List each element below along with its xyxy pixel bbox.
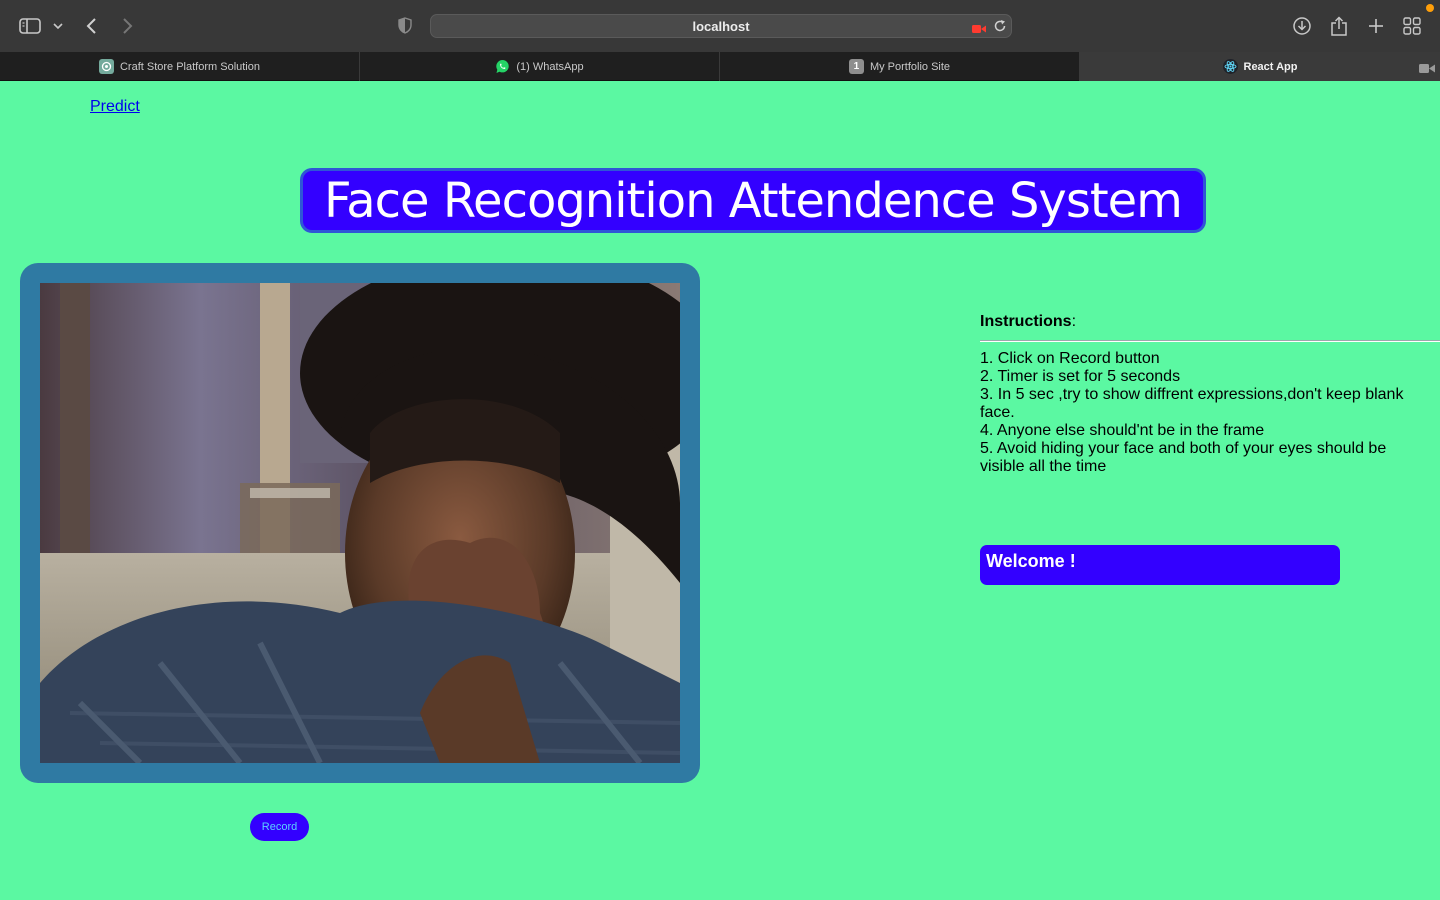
instructions-heading: Instructions: xyxy=(980,313,1440,331)
webcam-feed xyxy=(40,283,680,763)
instructions-list: 1. Click on Record button 2. Timer is se… xyxy=(980,350,1440,476)
record-button[interactable]: Record xyxy=(250,813,309,841)
webcam-frame xyxy=(20,263,700,783)
back-arrow-icon[interactable] xyxy=(80,14,104,38)
tab-camera-icon xyxy=(1419,61,1435,73)
tab-react-app[interactable]: React App xyxy=(1080,52,1440,81)
tab-overview-icon[interactable] xyxy=(1400,14,1424,38)
tab-craft-store[interactable]: Craft Store Platform Solution xyxy=(0,52,360,81)
instructions-heading-text: Instructions xyxy=(980,313,1072,330)
webcam-image xyxy=(40,283,680,763)
whatsapp-icon xyxy=(495,59,510,74)
instruction-item: 2. Timer is set for 5 seconds xyxy=(980,368,1181,385)
url-text: localhost xyxy=(692,19,750,34)
privacy-shield-icon[interactable] xyxy=(398,17,412,34)
instructions-heading-colon: : xyxy=(1071,313,1077,330)
forward-arrow-icon[interactable] xyxy=(115,14,139,38)
instruction-item: 4. Anyone else should'nt be in the frame xyxy=(980,422,1265,439)
welcome-message: Welcome ! xyxy=(980,545,1340,585)
page-title: Face Recognition Attendence System xyxy=(324,172,1183,229)
react-icon xyxy=(1222,59,1238,74)
tab-label: React App xyxy=(1243,60,1298,73)
predict-link[interactable]: Predict xyxy=(90,98,140,116)
divider xyxy=(980,340,1440,342)
notification-dot xyxy=(1426,4,1434,12)
instructions-panel: Instructions: 1. Click on Record button … xyxy=(980,313,1440,476)
instruction-item: 1. Click on Record button xyxy=(980,350,1160,367)
browser-toolbar: localhost xyxy=(0,0,1440,52)
page-title-banner: Face Recognition Attendence System xyxy=(300,168,1206,233)
instruction-item: 5. Avoid hiding your face and both of yo… xyxy=(980,440,1387,475)
address-bar[interactable]: localhost xyxy=(430,14,1012,38)
tab-portfolio[interactable]: 1 My Portfolio Site xyxy=(720,52,1080,81)
instruction-item: 3. In 5 sec ,try to show diffrent expres… xyxy=(980,386,1404,421)
number-one-icon: 1 xyxy=(848,59,864,74)
sidebar-toggle-icon[interactable] xyxy=(18,14,42,38)
new-tab-plus-icon[interactable] xyxy=(1364,14,1388,38)
download-icon[interactable] xyxy=(1290,14,1314,38)
reload-icon[interactable] xyxy=(993,19,1007,33)
tab-label: My Portfolio Site xyxy=(869,60,951,73)
tab-label: Craft Store Platform Solution xyxy=(119,60,260,73)
tab-label: (1) WhatsApp xyxy=(516,60,584,73)
chevron-down-icon[interactable] xyxy=(48,14,68,38)
tab-bar: Craft Store Platform Solution (1) WhatsA… xyxy=(0,52,1440,81)
camera-in-use-icon[interactable] xyxy=(972,21,986,33)
openai-icon xyxy=(98,59,114,74)
share-icon[interactable] xyxy=(1327,14,1351,38)
tab-whatsapp[interactable]: (1) WhatsApp xyxy=(360,52,720,81)
